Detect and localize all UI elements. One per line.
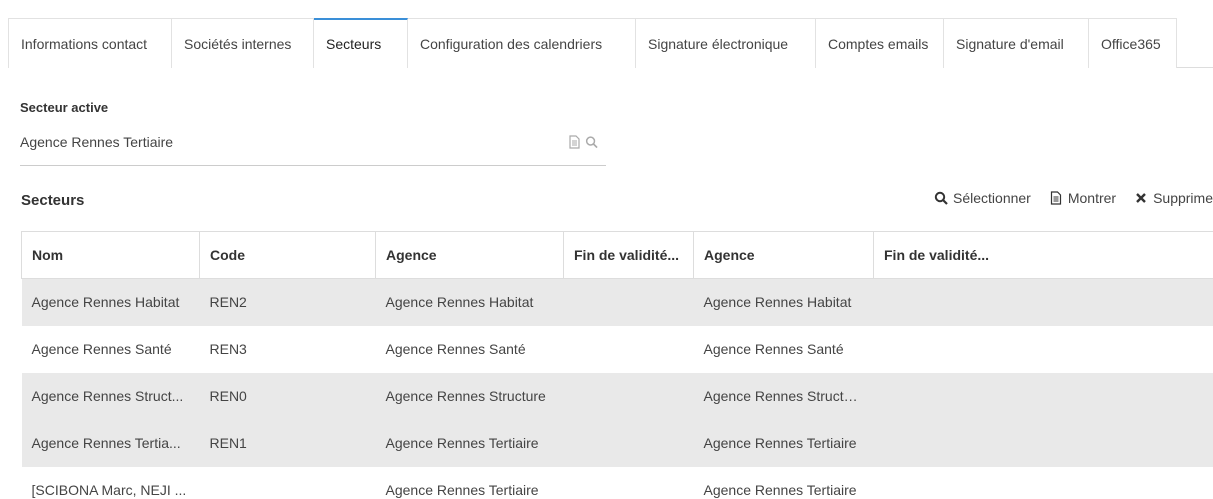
table-cell: REN1 (199, 419, 376, 467)
table-cell: Agence Rennes Habitat (375, 278, 564, 326)
table-cell: Agence Rennes Tertiaire (375, 419, 564, 467)
table-cell: Agence Rennes Santé (375, 325, 564, 373)
table-cell: [SCIBONA Marc, NEJI ... (21, 466, 200, 499)
table-cell: Agence Rennes Santé (693, 325, 874, 373)
delete-button[interactable]: Supprime (1134, 190, 1213, 206)
table-cell: Agence Rennes Structure (693, 372, 874, 420)
active-sector-icons (568, 135, 598, 149)
document-icon (1050, 191, 1061, 205)
table-row[interactable]: Agence Rennes Santé REN3 Agence Rennes S… (21, 325, 1213, 373)
sectors-actions: Sélectionner Montrer Supprime (934, 190, 1213, 206)
table-row[interactable]: Agence Rennes Habitat REN2 Agence Rennes… (21, 278, 1213, 326)
column-header-fin-validite-2[interactable]: Fin de validité... (873, 231, 1213, 279)
table-cell: Agence Rennes Santé (21, 325, 200, 373)
table-cell (563, 325, 694, 373)
table-cell: Agence Rennes Tertiaire (693, 419, 874, 467)
table-cell: Agence Rennes Tertia... (21, 419, 200, 467)
document-icon[interactable] (568, 135, 581, 149)
table-cell (873, 278, 1213, 326)
table-cell: Agence Rennes Tertiaire (693, 466, 874, 499)
tab-signature-email[interactable]: Signature d'email (944, 18, 1089, 68)
active-sector-label: Secteur active (20, 100, 109, 115)
table-cell (199, 466, 376, 499)
table-row[interactable]: [SCIBONA Marc, NEJI ... Agence Rennes Te… (21, 466, 1213, 499)
table-cell: Agence Rennes Habitat (21, 278, 200, 326)
table-cell (873, 325, 1213, 373)
table-header-row: Nom Code Agence Fin de validité... Agenc… (21, 231, 1213, 279)
table-cell (563, 372, 694, 420)
sectors-table: Nom Code Agence Fin de validité... Agenc… (21, 231, 1213, 499)
table-cell: REN0 (199, 372, 376, 420)
tab-signature-electronique[interactable]: Signature électronique (636, 18, 816, 68)
table-cell (563, 419, 694, 467)
table-cell: Agence Rennes Struct... (21, 372, 200, 420)
column-header-fin-validite[interactable]: Fin de validité... (563, 231, 694, 279)
tab-informations-contact[interactable]: Informations contact (8, 18, 172, 68)
search-icon[interactable] (585, 135, 598, 149)
tab-societes-internes[interactable]: Sociétés internes (172, 18, 314, 68)
tab-bar: Informations contact Sociétés internes S… (8, 18, 1213, 69)
active-sector-field[interactable]: Agence Rennes Tertiaire (20, 128, 606, 166)
tab-configuration-calendriers[interactable]: Configuration des calendriers (408, 18, 636, 68)
column-header-code[interactable]: Code (199, 231, 376, 279)
table-row[interactable]: Agence Rennes Struct... REN0 Agence Renn… (21, 372, 1213, 420)
select-button[interactable]: Sélectionner (934, 190, 1031, 206)
tab-comptes-emails[interactable]: Comptes emails (816, 18, 944, 68)
active-sector-value: Agence Rennes Tertiaire (20, 134, 174, 150)
table-cell (873, 372, 1213, 420)
table-cell (873, 466, 1213, 499)
table-cell (873, 419, 1213, 467)
close-icon (1136, 193, 1146, 203)
column-header-agence[interactable]: Agence (375, 231, 564, 279)
table-cell (563, 278, 694, 326)
sectors-title: Secteurs (21, 192, 85, 209)
table-cell: REN2 (199, 278, 376, 326)
delete-button-label: Supprime (1153, 190, 1213, 206)
table-row[interactable]: Agence Rennes Tertia... REN1 Agence Renn… (21, 419, 1213, 467)
column-header-agence-2[interactable]: Agence (693, 231, 874, 279)
table-cell (563, 466, 694, 499)
table-cell: Agence Rennes Habitat (693, 278, 874, 326)
table-cell: REN3 (199, 325, 376, 373)
show-button[interactable]: Montrer (1049, 190, 1116, 206)
search-icon (934, 191, 948, 205)
column-header-nom[interactable]: Nom (21, 231, 200, 279)
select-button-label: Sélectionner (953, 190, 1031, 206)
show-button-label: Montrer (1067, 190, 1117, 206)
tab-secteurs[interactable]: Secteurs (314, 18, 408, 69)
table-cell: Agence Rennes Tertiaire (375, 466, 564, 499)
tab-office365[interactable]: Office365 (1089, 18, 1177, 68)
table-cell: Agence Rennes Structure (375, 372, 564, 420)
